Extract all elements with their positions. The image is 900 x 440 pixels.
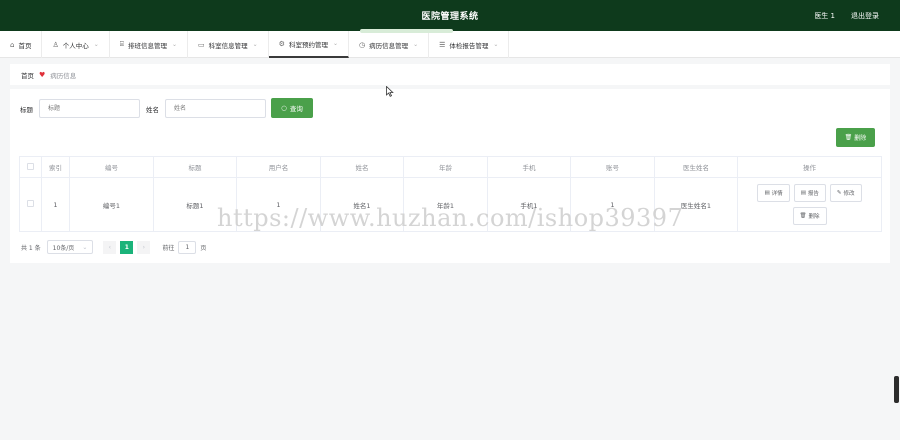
chat-icon: ▭: [198, 40, 205, 49]
app-title: 医院管理系统: [421, 12, 479, 22]
logout-link[interactable]: 退出登录: [851, 11, 879, 21]
nav-home[interactable]: ⌂ 首页: [0, 31, 43, 58]
column-header: 年龄: [403, 156, 488, 178]
page-unit-label: 页: [200, 244, 207, 252]
name-filter-label: 姓名: [146, 106, 159, 114]
nav-schedule-label: 排班信息管理: [127, 41, 167, 50]
list-icon: ☰: [439, 40, 446, 49]
column-header: 编号: [69, 156, 154, 178]
search-button[interactable]: ○ 查询: [271, 98, 313, 118]
document-icon: ▤: [800, 190, 806, 196]
goto-page-input[interactable]: 1: [178, 240, 197, 254]
cell-actions: ▤ 详情 ▤ 报告 ✎ 修改 🗑 删除: [737, 177, 882, 232]
current-user[interactable]: 医生 1: [814, 11, 835, 21]
chevron-down-icon: ⌄: [252, 41, 258, 48]
batch-delete-button[interactable]: 🗑 删除: [836, 128, 875, 147]
chevron-right-icon: ›: [142, 243, 146, 251]
chevron-left-icon: ‹: [108, 243, 112, 251]
nav-medical-record-label: 病历信息管理: [369, 41, 409, 50]
home-icon: ⌂: [10, 40, 15, 49]
clock-icon: ◷: [358, 40, 366, 49]
page-scrollbar[interactable]: [894, 376, 899, 403]
nav-personal-center[interactable]: ♙ 个人中心 ⌄: [42, 31, 110, 58]
cell-index: 1: [41, 177, 70, 232]
report-label: 报告: [807, 191, 819, 197]
nav-checkup-report[interactable]: ☰ 体检报告管理 ⌄: [429, 31, 510, 58]
chevron-down-icon: ⌄: [413, 41, 419, 48]
edit-icon: ✎: [836, 190, 842, 196]
next-page-button[interactable]: ›: [137, 240, 151, 254]
top-bar: 医院管理系统 医生 1 退出登录: [0, 0, 900, 31]
breadcrumb-home[interactable]: 首页: [21, 70, 34, 80]
chevron-down-icon: ⌄: [493, 41, 499, 48]
heart-icon: ♥: [39, 70, 46, 79]
pagination: 共 1 条 10条/页 ⌄ ‹ 1 › 前往 1 页: [21, 240, 206, 254]
column-header: 账号: [570, 156, 655, 178]
nav-department-label: 科室信息管理: [208, 41, 248, 50]
title-filter-label: 标题: [20, 106, 33, 114]
building-icon: ⌸: [119, 40, 124, 48]
column-header: 用户名: [236, 156, 321, 178]
nav-department[interactable]: ▭ 科室信息管理 ⌄: [188, 31, 269, 58]
table-header-row: 索引 编号 标题 用户名 姓名 年龄 手机 账号 医生姓名 操作: [19, 156, 882, 178]
page-size-select[interactable]: 10条/页 ⌄: [46, 240, 94, 254]
user-icon: ♙: [52, 40, 59, 49]
page-number-current[interactable]: 1: [120, 240, 134, 254]
nav-medical-record[interactable]: ◷ 病历信息管理 ⌄: [349, 31, 430, 58]
nav-appointment-label: 科室预约管理: [288, 40, 328, 49]
chevron-down-icon: ⌄: [332, 40, 338, 47]
edit-button[interactable]: ✎ 修改: [829, 184, 862, 202]
watermark-text: https://www.huzhan.com/ishop39397: [217, 204, 684, 232]
chevron-down-icon: ⌄: [82, 243, 88, 251]
cell-code: 编号1: [69, 177, 154, 232]
column-header: 标题: [153, 156, 237, 178]
chevron-down-icon: ⌄: [93, 41, 99, 48]
content-panel: 标题 姓名 ○ 查询 🗑 删除 索引 编号 标题 用户名 姓名 年龄 手机 账号…: [10, 89, 890, 263]
report-button[interactable]: ▤ 报告: [793, 184, 826, 202]
page-size-value: 10条/页: [52, 244, 75, 252]
breadcrumb-current: 病历信息: [50, 71, 77, 80]
column-header: 姓名: [320, 156, 404, 178]
batch-delete-label: 删除: [854, 135, 867, 142]
row-delete-button[interactable]: 🗑 删除: [792, 207, 827, 225]
nav-schedule[interactable]: ⌸ 排班信息管理 ⌄: [110, 31, 188, 58]
column-header: 医生姓名: [654, 156, 738, 178]
prev-page-button[interactable]: ‹: [103, 240, 117, 254]
search-icon: ○: [281, 104, 287, 112]
row-delete-label: 删除: [808, 214, 820, 220]
trash-icon: 🗑: [844, 134, 853, 141]
pagination-total: 共 1 条: [21, 244, 41, 252]
row-select-cell: [19, 177, 42, 232]
title-search-input[interactable]: [39, 99, 140, 118]
select-all-checkbox[interactable]: [27, 162, 34, 170]
edit-label: 修改: [843, 191, 855, 197]
document-icon: ▤: [764, 190, 770, 196]
chevron-down-icon: ⌄: [171, 41, 177, 48]
nav-personal-center-label: 个人中心: [62, 41, 89, 50]
breadcrumb: 首页 ♥ 病历信息: [10, 64, 890, 85]
select-all-cell: [19, 156, 42, 178]
search-button-label: 查询: [289, 105, 303, 113]
nav-home-label: 首页: [18, 41, 32, 50]
column-header: 操作: [737, 156, 882, 178]
detail-label: 详情: [771, 191, 783, 197]
detail-button[interactable]: ▤ 详情: [757, 184, 790, 202]
column-header: 手机: [487, 156, 571, 178]
name-search-input[interactable]: [165, 99, 266, 118]
nav-bar: ⌂ 首页 ♙ 个人中心 ⌄ ⌸ 排班信息管理 ⌄ ▭ 科室信息管理 ⌄ ⚙ 科室…: [0, 31, 900, 58]
nav-checkup-report-label: 体检报告管理: [449, 41, 489, 50]
nav-appointment[interactable]: ⚙ 科室预约管理 ⌄: [268, 31, 349, 58]
gear-icon: ⚙: [278, 39, 285, 48]
mouse-cursor-icon: [386, 86, 394, 97]
goto-label: 前往: [162, 244, 175, 252]
trash-icon: 🗑: [799, 213, 807, 219]
row-checkbox[interactable]: [27, 200, 34, 207]
submenu-dropdown-hint: [360, 29, 453, 33]
column-header: 索引: [41, 156, 70, 178]
